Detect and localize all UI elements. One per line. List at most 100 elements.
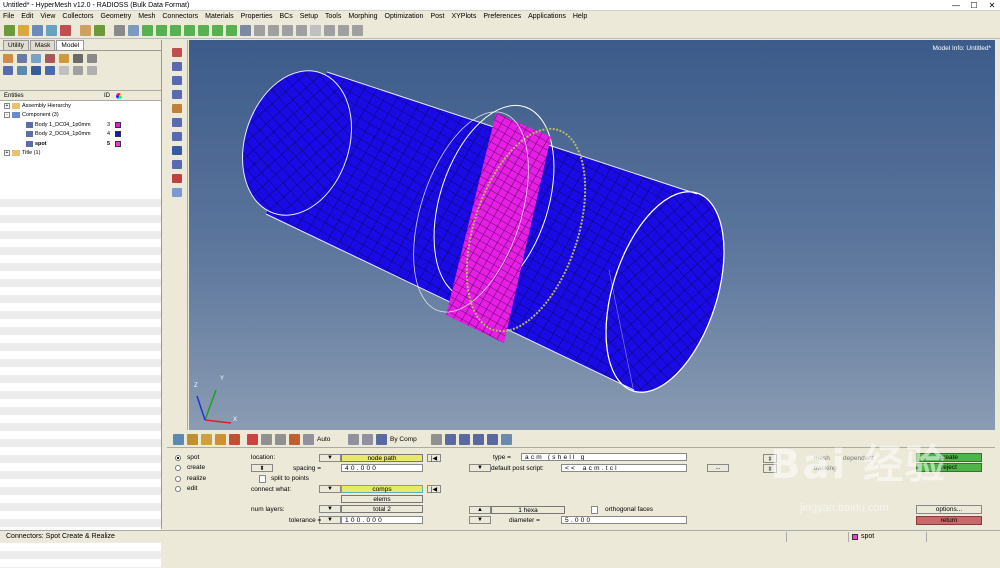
diameter-input[interactable]: 5.000 — [561, 516, 687, 524]
import-icon[interactable] — [46, 24, 57, 36]
radio-spot[interactable]: spot — [175, 454, 199, 461]
menu-collectors[interactable]: Collectors — [62, 13, 93, 20]
reset-comps-button[interactable]: |◀ — [427, 485, 441, 493]
menu-edit[interactable]: Edit — [21, 13, 33, 20]
tolerance-input[interactable]: 100.000 — [341, 516, 423, 524]
menu-preferences[interactable]: Preferences — [483, 13, 521, 20]
auto-icon[interactable] — [303, 434, 314, 445]
elems-button[interactable]: elems — [341, 495, 423, 503]
mask-icon[interactable] — [173, 434, 184, 445]
total-layers-button[interactable]: total 2 — [341, 505, 423, 513]
menu-tools[interactable]: Tools — [325, 13, 341, 20]
spacing-input[interactable]: 40.000 — [341, 464, 423, 472]
tolerance-dropdown[interactable]: ▼ — [319, 516, 341, 524]
plane-icon[interactable] — [172, 188, 182, 197]
view-selector-icon[interactable] — [362, 434, 373, 445]
close-button[interactable]: ✕ — [986, 1, 998, 10]
options-button[interactable]: options... — [916, 505, 982, 514]
type-input[interactable]: acm (shell g — [521, 453, 687, 461]
move-icon[interactable] — [324, 24, 335, 36]
menu-mesh[interactable]: Mesh — [138, 13, 155, 20]
location-dropdown[interactable]: ▼ — [319, 454, 341, 462]
solid-icon[interactable] — [431, 434, 442, 445]
menu-bcs[interactable]: BCs — [279, 13, 292, 20]
geometry-icon[interactable] — [172, 48, 182, 57]
view-right-icon[interactable] — [226, 24, 237, 36]
numbers-icon[interactable] — [172, 146, 182, 155]
hexa-button[interactable]: 1 hexa — [491, 506, 565, 514]
transparent-icon[interactable] — [172, 132, 182, 141]
radio-edit[interactable]: edit — [175, 485, 197, 492]
spin-icon[interactable] — [338, 24, 349, 36]
menu-materials[interactable]: Materials — [205, 13, 233, 20]
tree-row-assembly[interactable]: + Assembly Hierarchy — [0, 101, 161, 111]
fit-icon[interactable] — [254, 24, 265, 36]
delete-icon[interactable] — [247, 434, 258, 445]
orthogonal-checkbox[interactable] — [591, 506, 598, 514]
browse-script-button[interactable]: ... — [707, 464, 729, 472]
elem-color-icon[interactable] — [172, 104, 182, 113]
new-model-icon[interactable] — [4, 24, 15, 36]
tree-row-body1[interactable]: Body 1_DC04_1p0mm 3 — [0, 120, 161, 130]
component-color-swatch[interactable] — [115, 121, 121, 128]
isolate-icon[interactable] — [31, 66, 41, 75]
tree-row-body2[interactable]: Body 2_DC04_1p0mm 4 — [0, 130, 161, 140]
unmask-icon[interactable] — [215, 434, 226, 445]
view-top-icon[interactable] — [156, 24, 167, 36]
graphics-area[interactable]: Model Info: Untitled* X Y Z — [189, 40, 995, 430]
hide-icon[interactable] — [17, 66, 27, 75]
shaded-icon[interactable] — [172, 62, 182, 71]
zoom-window-icon[interactable] — [268, 24, 279, 36]
export-icon[interactable] — [60, 24, 71, 36]
menu-properties[interactable]: Properties — [241, 13, 273, 20]
split-checkbox[interactable] — [259, 475, 266, 483]
post-script-toggle[interactable]: ▼ — [469, 464, 491, 472]
geom-shade-icon[interactable] — [473, 434, 484, 445]
tab-mask[interactable]: Mask — [29, 40, 56, 50]
comps-button[interactable]: comps — [341, 485, 423, 493]
open-model-icon[interactable] — [18, 24, 29, 36]
settings-icon[interactable] — [87, 54, 97, 63]
abc-icon[interactable] — [172, 174, 182, 183]
menu-morphing[interactable]: Morphing — [348, 13, 377, 20]
pan-left-icon[interactable] — [128, 24, 139, 36]
user-icon[interactable] — [80, 24, 91, 36]
property-icon[interactable] — [45, 54, 55, 63]
view-iso-icon[interactable] — [142, 24, 153, 36]
component-color-swatch[interactable] — [115, 140, 121, 147]
return-button[interactable]: return — [916, 516, 982, 525]
expand-icon[interactable]: + — [4, 150, 10, 157]
view-bottom-icon[interactable] — [170, 24, 181, 36]
save-model-icon[interactable] — [32, 24, 43, 36]
expand-icon[interactable]: + — [4, 102, 10, 109]
bycomp-icon[interactable] — [376, 434, 387, 445]
component-color-swatch[interactable] — [115, 131, 121, 138]
diameter-dropdown[interactable]: ▼ — [469, 516, 491, 524]
menu-geometry[interactable]: Geometry — [101, 13, 132, 20]
collapse-icon[interactable]: - — [4, 112, 10, 119]
node-path-button[interactable]: node path — [341, 454, 423, 462]
shade-icon[interactable] — [445, 434, 456, 445]
clear-icon[interactable] — [289, 434, 300, 445]
hide-elements-icon[interactable] — [261, 434, 272, 445]
feature-icon[interactable] — [172, 118, 182, 127]
monitor-icon[interactable] — [501, 434, 512, 445]
menu-setup[interactable]: Setup — [300, 13, 318, 20]
status-comp-cell[interactable]: spot — [848, 531, 926, 542]
mesh-lines-icon[interactable] — [459, 434, 470, 445]
menu-connectors[interactable]: Connectors — [162, 13, 198, 20]
edges-icon[interactable] — [487, 434, 498, 445]
bycomp-select[interactable]: By Comp — [390, 436, 428, 443]
model-browser-icon[interactable] — [94, 24, 105, 36]
wire-icon[interactable] — [87, 66, 97, 75]
layers-dropdown[interactable]: ▼ — [319, 505, 341, 513]
reset-location-button[interactable]: |◀ — [427, 454, 441, 462]
delete-entity-icon[interactable] — [229, 434, 240, 445]
tab-utility[interactable]: Utility — [3, 40, 29, 50]
menu-file[interactable]: File — [3, 13, 14, 20]
transparency-icon[interactable] — [73, 66, 83, 75]
cursor-icon[interactable] — [59, 66, 69, 75]
wireframe-icon[interactable] — [172, 76, 182, 85]
menu-applications[interactable]: Applications — [528, 13, 566, 20]
center-icon[interactable] — [296, 24, 307, 36]
